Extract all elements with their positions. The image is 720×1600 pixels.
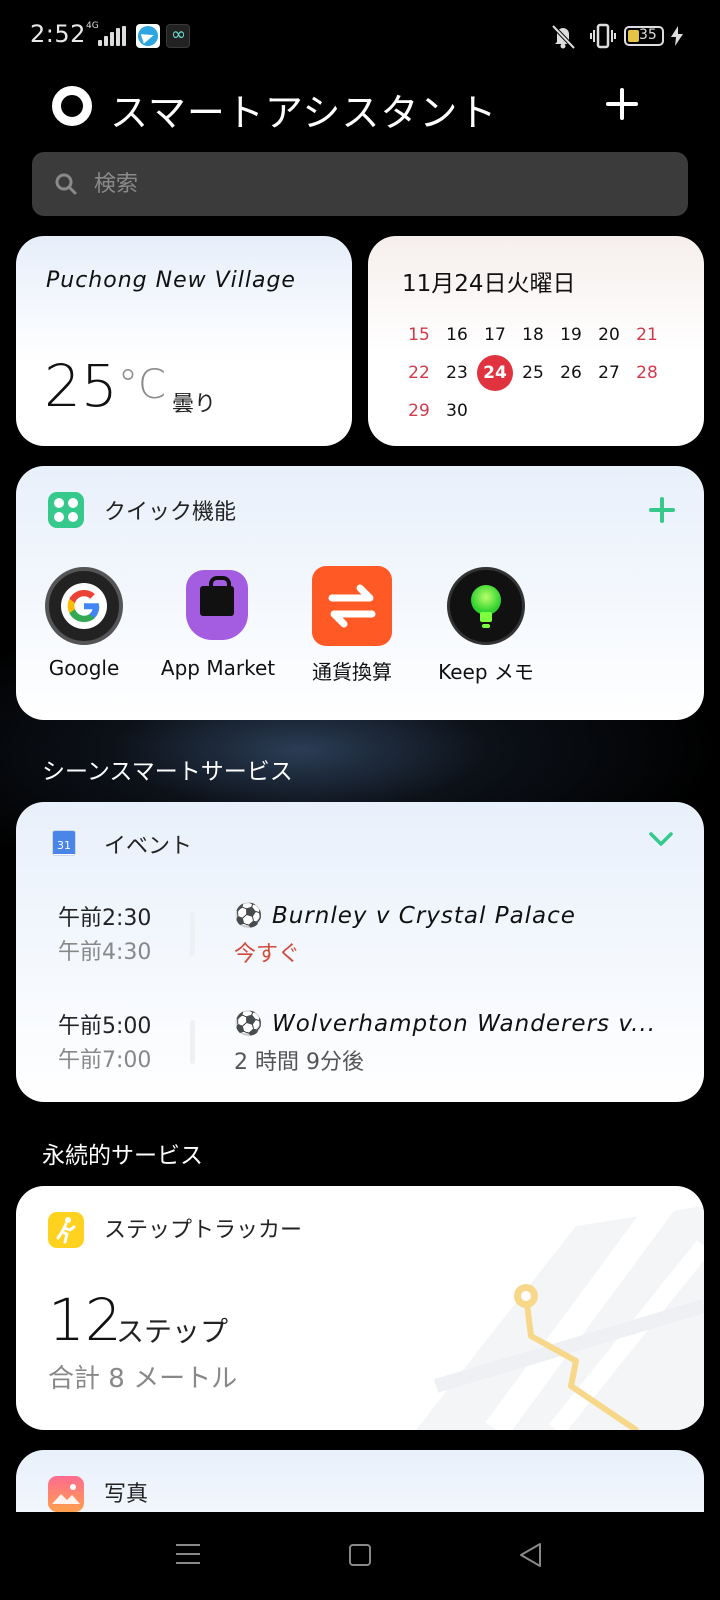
weather-condition: 曇り xyxy=(172,392,217,417)
event-status: 2 時間 9分後 xyxy=(234,1050,364,1075)
calendar-day[interactable]: 18 xyxy=(514,318,552,352)
quick-app-currency[interactable]: 通貨換算 xyxy=(284,566,420,686)
weather-unit: °C xyxy=(118,362,166,408)
calendar-week: 15 16 17 18 19 20 21 xyxy=(400,316,690,354)
event-start-time: 午前5:00 xyxy=(58,1014,152,1039)
event-item[interactable]: 午前2:30 午前4:30 ⚽ Burnley v Crystal Palace … xyxy=(16,900,704,980)
event-divider xyxy=(190,1020,195,1064)
quick-functions-title: クイック機能 xyxy=(104,500,237,525)
signal-icon xyxy=(98,26,126,46)
calendar-day[interactable]: 23 xyxy=(438,356,476,390)
step-unit: ステップ xyxy=(116,1315,229,1348)
navigation-bar xyxy=(0,1512,720,1600)
search-icon xyxy=(55,173,77,195)
status-time: 2:52 xyxy=(30,20,86,48)
calendar-week: 29 30 xyxy=(400,392,690,430)
weather-card[interactable]: Puchong New Village 25 °C 曇り xyxy=(16,236,352,446)
photos-icon xyxy=(48,1476,84,1512)
back-icon[interactable] xyxy=(518,1542,544,1568)
calendar-card[interactable]: 11月24日火曜日 15 16 17 18 19 20 21 22 23 24 … xyxy=(368,236,704,446)
calendar-day[interactable]: 16 xyxy=(438,318,476,352)
battery-level: 35 xyxy=(639,27,657,43)
event-item[interactable]: 午前5:00 午前7:00 ⚽ Wolverhampton Wanderers v… xyxy=(16,1008,704,1088)
event-start-time: 午前2:30 xyxy=(58,906,152,931)
step-tracker-card[interactable]: ステップトラッカー 12 ステップ 合計 8 メートル xyxy=(16,1186,704,1430)
home-icon[interactable] xyxy=(349,1544,371,1566)
chevron-down-icon[interactable] xyxy=(646,824,676,854)
google-icon xyxy=(44,566,124,646)
step-tracker-title: ステップトラッカー xyxy=(104,1218,303,1243)
photos-title: 写真 xyxy=(104,1482,149,1507)
event-name-text: Burnley v Crystal Palace xyxy=(272,903,576,929)
persistent-services-heading: 永続的サービス xyxy=(42,1143,203,1169)
calendar-day[interactable]: 15 xyxy=(400,318,438,352)
soccer-ball-icon: ⚽ xyxy=(234,903,264,929)
calendar-day[interactable]: 25 xyxy=(514,356,552,390)
calendar-grid: 15 16 17 18 19 20 21 22 23 24 25 26 27 2… xyxy=(400,316,690,430)
scene-services-heading: シーンスマートサービス xyxy=(42,759,293,785)
event-name-text: Wolverhampton Wanderers v... xyxy=(272,1011,657,1037)
calendar-day[interactable]: 27 xyxy=(590,356,628,390)
event-end-time: 午前4:30 xyxy=(58,940,152,965)
quick-functions-icon xyxy=(48,492,84,528)
calendar-day[interactable]: 21 xyxy=(628,318,666,352)
search-bar[interactable] xyxy=(32,152,688,216)
battery-icon: 35 xyxy=(624,26,664,46)
page-title: スマートアシスタント xyxy=(110,91,498,135)
search-input[interactable] xyxy=(94,152,654,216)
event-status: 今すぐ xyxy=(234,942,301,967)
calendar-day[interactable]: 26 xyxy=(552,356,590,390)
calendar-today[interactable]: 24 xyxy=(477,355,513,391)
quick-app-keep[interactable]: Keep メモ xyxy=(418,566,554,686)
calendar-date-label: 11月24日火曜日 xyxy=(402,271,576,297)
network-type-label: 4G xyxy=(86,21,99,31)
charging-icon xyxy=(671,26,683,46)
walking-icon xyxy=(48,1212,84,1248)
calendar-day[interactable]: 30 xyxy=(438,394,476,428)
calendar-icon: 31 xyxy=(52,830,76,856)
calendar-day[interactable]: 29 xyxy=(400,394,438,428)
route-map-illustration xyxy=(416,1186,704,1430)
calendar-week: 22 23 24 25 26 27 28 xyxy=(400,354,690,392)
add-button[interactable] xyxy=(604,86,640,122)
quick-app-label: 通貨換算 xyxy=(312,660,392,684)
calendar-day[interactable]: 28 xyxy=(628,356,666,390)
events-card[interactable]: 31 イベント 午前2:30 午前4:30 ⚽ Burnley v Crystal… xyxy=(16,802,704,1102)
app-market-icon xyxy=(178,566,258,646)
weather-location: Puchong New Village xyxy=(46,268,296,293)
calendar-day[interactable]: 22 xyxy=(400,356,438,390)
calendar-day[interactable]: 17 xyxy=(476,318,514,352)
assistant-logo-icon xyxy=(52,86,92,126)
quick-app-label: Keep メモ xyxy=(438,660,534,684)
quick-app-label: Google xyxy=(48,656,120,680)
quick-app-google[interactable]: Google xyxy=(16,566,152,686)
calendar-day[interactable]: 20 xyxy=(590,318,628,352)
status-bar: 2:52 4G 35 xyxy=(0,0,720,72)
event-name: ⚽ Burnley v Crystal Palace xyxy=(234,902,674,929)
quick-functions-card: クイック機能 Google App Market 通貨換算 Keep メモ xyxy=(16,466,704,720)
quick-functions-add-button[interactable] xyxy=(648,496,676,524)
calendar-icon-number: 31 xyxy=(53,838,75,854)
recent-apps-icon[interactable] xyxy=(176,1542,200,1566)
quick-app-app-market[interactable]: App Market xyxy=(150,566,286,686)
calendar-day[interactable]: 19 xyxy=(552,318,590,352)
weather-temperature: 25 xyxy=(44,352,118,420)
cloud-app-icon xyxy=(166,24,190,48)
soccer-ball-icon: ⚽ xyxy=(234,1011,264,1037)
events-title: イベント xyxy=(104,834,193,859)
quick-app-label: App Market xyxy=(160,656,276,680)
keep-notes-icon xyxy=(446,566,526,646)
event-divider xyxy=(190,912,195,956)
event-name: ⚽ Wolverhampton Wanderers v... xyxy=(234,1010,674,1037)
step-distance: 合計 8 メートル xyxy=(48,1364,238,1394)
telegram-icon xyxy=(136,24,160,48)
event-end-time: 午前7:00 xyxy=(58,1048,152,1073)
currency-exchange-icon xyxy=(312,566,392,646)
vibrate-icon xyxy=(590,23,616,49)
step-count: 12 xyxy=(48,1286,122,1354)
mute-icon xyxy=(551,24,576,50)
